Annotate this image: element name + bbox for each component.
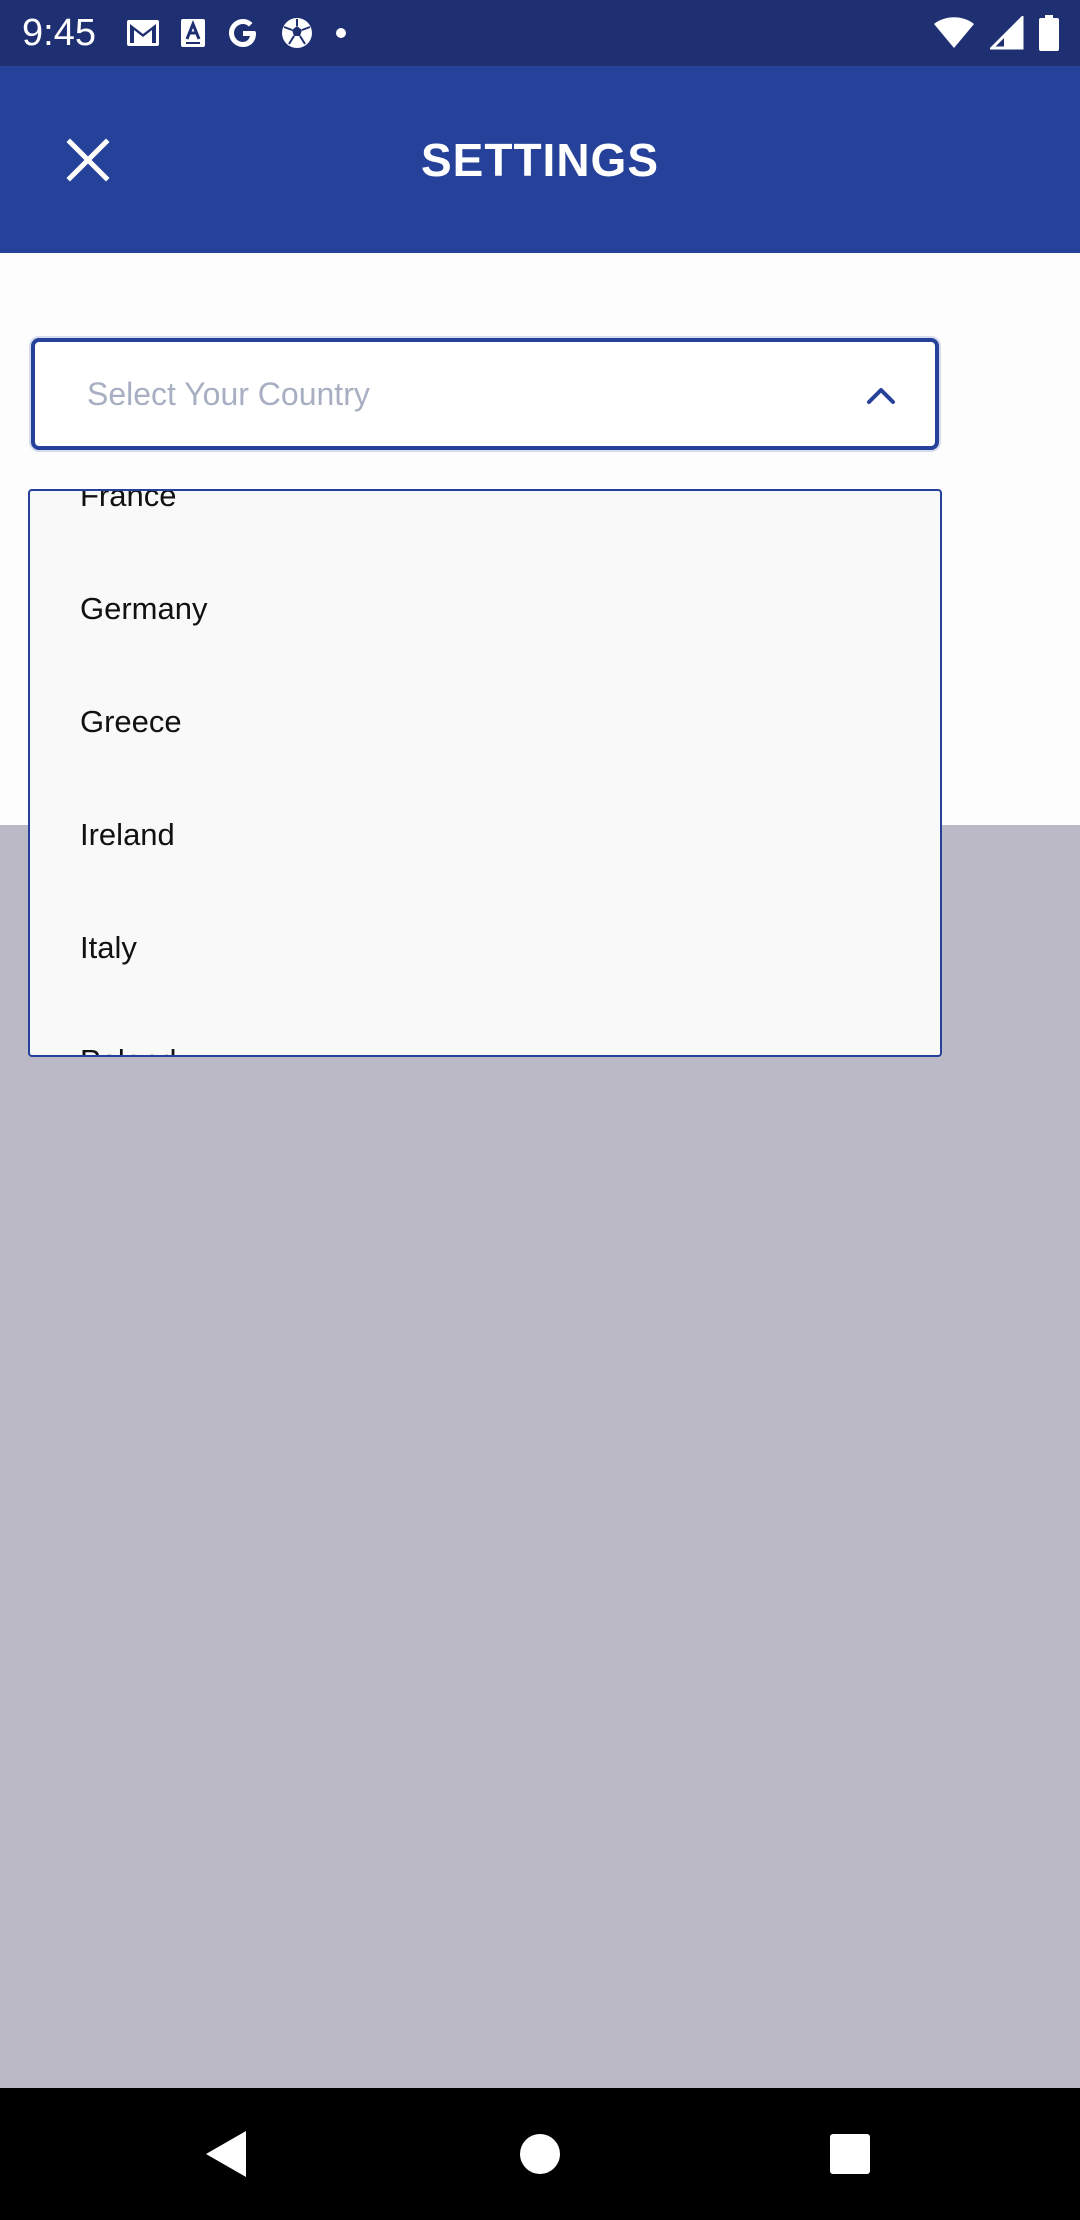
chevron-up-icon <box>867 388 895 404</box>
app-bar: SETTINGS <box>0 66 1080 253</box>
google-g-icon <box>229 19 256 47</box>
country-option-france[interactable]: France <box>30 491 940 552</box>
back-icon <box>206 2131 246 2177</box>
notification-icons <box>126 14 348 52</box>
home-icon <box>520 2134 560 2174</box>
country-option-greece[interactable]: Greece <box>30 665 940 778</box>
home-button[interactable] <box>502 2116 578 2192</box>
status-time: 9:45 <box>22 12 96 54</box>
close-button[interactable] <box>52 130 124 190</box>
country-option-germany[interactable]: Germany <box>30 552 940 665</box>
country-option-poland[interactable]: Poland <box>30 1004 940 1056</box>
font-a-icon <box>181 19 205 47</box>
recents-icon <box>830 2134 870 2174</box>
wifi-icon <box>934 17 974 48</box>
system-nav-bar <box>0 2088 1080 2220</box>
page-title: SETTINGS <box>420 133 660 186</box>
country-select[interactable]: Select Your Country <box>31 338 939 450</box>
country-option-ireland[interactable]: Ireland <box>30 778 940 891</box>
battery-icon <box>1039 15 1059 51</box>
dot-icon <box>336 28 346 38</box>
recents-button[interactable] <box>812 2116 888 2192</box>
country-dropdown[interactable]: France Germany Greece Ireland Italy Pola… <box>28 489 942 1057</box>
back-button[interactable] <box>188 2116 264 2192</box>
status-bar: 9:45 <box>0 0 1080 66</box>
gmail-icon <box>127 20 159 46</box>
country-option-italy[interactable]: Italy <box>30 891 940 1004</box>
country-options-list: France Germany Greece Ireland Italy Pola… <box>30 491 940 1056</box>
cell-signal-icon <box>990 16 1024 50</box>
soccer-ball-icon <box>282 18 312 48</box>
close-icon <box>66 138 110 182</box>
system-icons <box>932 14 1060 52</box>
country-select-placeholder: Select Your Country <box>87 376 370 412</box>
